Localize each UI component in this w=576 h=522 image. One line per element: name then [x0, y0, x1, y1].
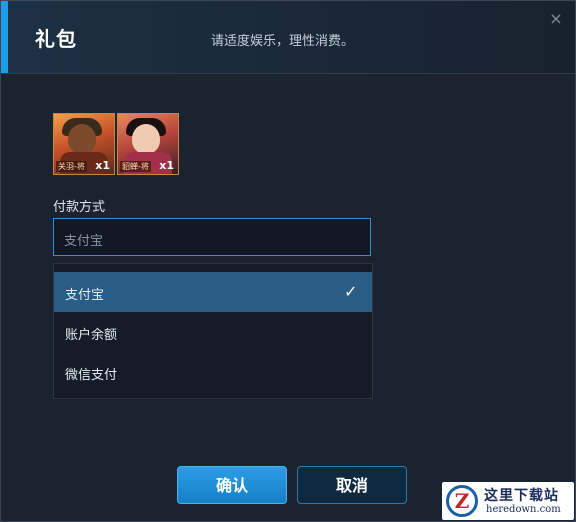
dialog-header: 礼包 请适度娱乐，理性消费。 × — [1, 1, 575, 74]
payment-option-label: 支付宝 — [65, 288, 105, 303]
watermark-text: 这里下载站 — [484, 488, 559, 504]
payment-method-label: 付款方式 — [53, 200, 106, 215]
item-quantity: x1 — [159, 159, 174, 172]
payment-method-selected-value: 支付宝 — [64, 234, 104, 249]
item-quantity: x1 — [95, 159, 110, 172]
item-name: 貂蝉-将 — [120, 161, 151, 172]
payment-method-select[interactable]: 支付宝 — [53, 218, 371, 256]
hero-portrait-icon — [68, 124, 96, 154]
payment-method-dropdown: 支付宝 ✓ 账户余额 微信支付 — [53, 263, 373, 399]
header-accent-bar — [1, 1, 8, 73]
reward-item[interactable]: 貂蝉-将 x1 — [117, 113, 179, 175]
payment-option-balance[interactable]: 账户余额 — [54, 312, 372, 352]
cancel-button[interactable]: 取消 — [297, 466, 407, 504]
dialog-title: 礼包 — [35, 27, 77, 51]
payment-option-label: 微信支付 — [65, 368, 118, 383]
watermark-logo-icon: Z — [446, 485, 478, 517]
confirm-button[interactable]: 确认 — [177, 466, 287, 504]
item-name: 关羽-将 — [56, 161, 87, 172]
payment-option-wechat[interactable]: 微信支付 — [54, 352, 372, 392]
close-icon[interactable]: × — [546, 9, 566, 29]
hero-portrait-icon — [132, 124, 160, 154]
payment-option-alipay[interactable]: 支付宝 ✓ — [54, 272, 372, 312]
dialog-subtitle: 请适度娱乐，理性消费。 — [211, 34, 355, 49]
watermark-url: heredown.com — [486, 504, 561, 515]
reward-item[interactable]: 关羽-将 x1 — [53, 113, 115, 175]
site-watermark: Z 这里下载站 heredown.com — [442, 482, 574, 520]
payment-option-label: 账户余额 — [65, 328, 118, 343]
gift-pack-dialog: 礼包 请适度娱乐，理性消费。 × 关羽-将 x1 貂蝉-将 x1 付款方式 支付… — [0, 0, 576, 522]
check-icon: ✓ — [344, 282, 358, 301]
